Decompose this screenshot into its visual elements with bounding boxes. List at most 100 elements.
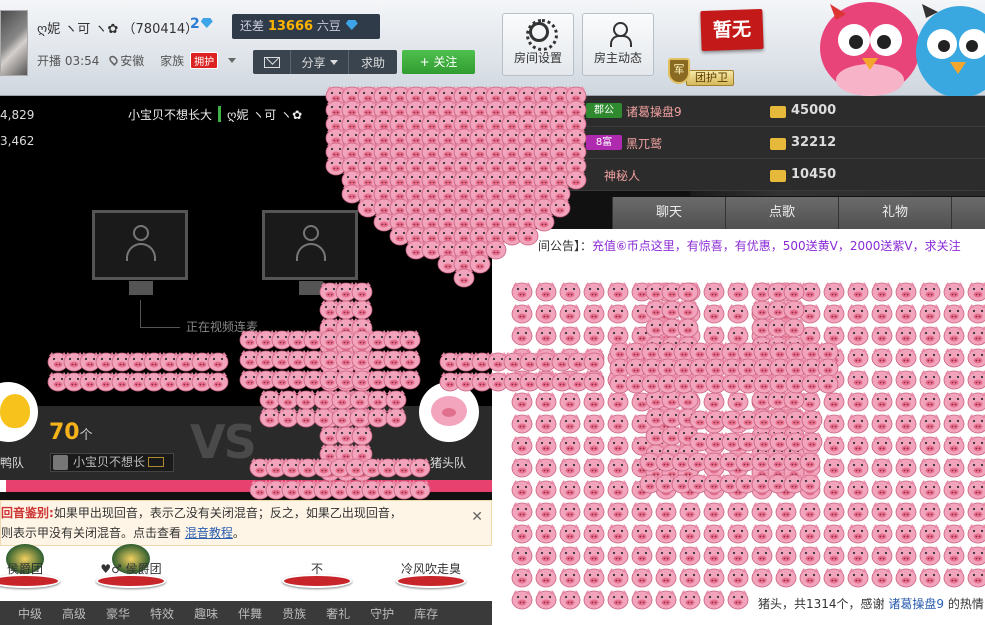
share-label: 分享 (301, 55, 326, 70)
fan-group-label: 冷风吹走臭 (400, 562, 461, 576)
left-stat-2: 3,462 (0, 134, 35, 148)
pig-emoji (549, 197, 571, 218)
tab-intermediate[interactable]: 中级 (18, 605, 42, 622)
pk-names: 小宝贝不想长大 ღ妮 ヽ可 ヽ✿ (128, 106, 302, 123)
mail-icon (263, 56, 280, 68)
rank-value: 32212 (791, 135, 837, 150)
host-avatar[interactable] (0, 10, 28, 76)
pk-separator (218, 106, 222, 122)
host-name: ღ妮 ヽ可 ヽ✿ (37, 22, 119, 37)
chat-panel[interactable]: 间公告】：充值⑥币点这里，有惊喜，有优惠，500送黄V，2000送紫V，求关注 … (492, 229, 985, 625)
help-button[interactable]: 求助 (349, 50, 397, 74)
top-fan[interactable]: 小宝贝不想长 (50, 453, 174, 472)
room-settings-label: 房间设置 (513, 51, 562, 65)
fan-group-label: 不 (310, 562, 323, 576)
host-id: （780414） (122, 22, 199, 37)
fan-group-item[interactable]: ♥♂ 侯爵团 (88, 544, 174, 594)
notice-text-2: 则表示甲没有关闭混音。点击查看 (1, 526, 182, 540)
tab-gifts[interactable]: 礼物 (838, 197, 951, 229)
help-label: 求助 (360, 55, 385, 70)
team-b-name: 猪头队 (430, 456, 467, 470)
pig-emoji (533, 197, 555, 218)
thanks-name[interactable]: 诸葛操盘9 (888, 597, 944, 611)
room-settings-button[interactable]: 房间设置 (502, 13, 574, 76)
tab-lux-gift[interactable]: 奢礼 (326, 605, 350, 622)
fan-group-item[interactable]: 冷风吹走臭 (388, 546, 474, 594)
host-feed-button[interactable]: 房主动态 (582, 13, 654, 76)
host-level: 2 (190, 16, 213, 32)
fan-group-label: ♥♂ 侯爵团 (100, 562, 162, 576)
location-text: 安徽 (120, 54, 145, 68)
tab-effects[interactable]: 特效 (150, 605, 174, 622)
rank-badge: 郡公 (586, 103, 622, 118)
gift-thanks-message: 猪头，共1314个，感谢 诸葛操盘9 的热情 (758, 595, 984, 612)
close-icon[interactable]: ✕ (471, 507, 483, 527)
tab-song-request[interactable]: 点歌 (725, 197, 838, 229)
notice-title: 回音鉴别: (1, 506, 54, 520)
tab-more[interactable] (951, 197, 985, 229)
team-b-avatar[interactable] (419, 382, 479, 442)
coins-icon (770, 106, 786, 118)
room-header: ღ妮 ヽ可 ヽ✿ （780414） 2 还差 13666 六豆 开播 03:54… (0, 0, 985, 98)
notice-line-1: 回音鉴别:如果甲出现回音，表示乙没有关闭混音；反之，如果乙出现回音， (1, 503, 461, 523)
room-badge[interactable]: 暂无 (700, 8, 764, 52)
location: 安徽 (107, 54, 150, 68)
fan-group-item[interactable]: 不 (274, 546, 360, 594)
rank-name: 神秘人 (604, 169, 641, 183)
chevron-down-icon (329, 59, 338, 65)
left-stat-1: 4,829 (0, 108, 35, 122)
message-button[interactable] (253, 50, 291, 74)
rank-row[interactable]: 郡公 诸葛操盘9 45000 (492, 96, 985, 127)
rank-row[interactable]: 神秘人 10450 (492, 160, 985, 191)
gap-unit: 六豆 (316, 19, 341, 33)
camera-icon (148, 457, 165, 467)
thanks-prefix: 猪头，共1314个，感谢 (758, 597, 885, 611)
tab-fun[interactable]: 趣味 (194, 605, 218, 622)
diamond-icon (345, 20, 358, 30)
monitor-icon (92, 210, 188, 295)
host-level-number: 2 (190, 16, 200, 32)
pk-left-name: 小宝贝不想长大 (128, 108, 213, 122)
rank-value: 45000 (791, 103, 837, 118)
announce-text[interactable]: 充值⑥币点这里，有惊喜，有优惠，500送黄V，2000送紫V，求关注 (592, 239, 961, 253)
location-pin-icon (107, 54, 120, 66)
right-tabs: 聊天 点歌 礼物 (612, 197, 985, 229)
connector-line (140, 300, 180, 328)
tab-inventory[interactable]: 库存 (414, 605, 438, 622)
pig-icon (431, 396, 467, 426)
notice-line-2: 则表示甲没有关闭混音。点击查看 混音教程。 (1, 526, 245, 540)
share-button[interactable]: 分享 (291, 50, 349, 74)
guard-group-badge[interactable]: 团护卫 军 (668, 58, 734, 86)
mixing-tutorial-link[interactable]: 混音教程 (185, 526, 233, 540)
pk-progress-bar (0, 480, 492, 492)
tab-dance[interactable]: 伴舞 (238, 605, 262, 622)
tab-guard[interactable]: 守护 (370, 605, 394, 622)
room-announcement: 间公告】：充值⑥币点这里，有惊喜，有优惠，500送黄V，2000送紫V，求关注 (538, 237, 961, 254)
action-group: 分享 求助 (253, 50, 397, 74)
host-name-line: ღ妮 ヽ可 ヽ✿ （780414） (37, 18, 198, 37)
chevron-down-icon[interactable] (228, 58, 237, 63)
tab-noble[interactable]: 贵族 (282, 605, 306, 622)
shield-icon: 军 (668, 58, 690, 84)
follow-button[interactable]: + 关注 (402, 50, 475, 74)
top-fan-name: 小宝贝不想长 (73, 455, 146, 469)
tab-luxury[interactable]: 豪华 (106, 605, 130, 622)
rank-row[interactable]: 8富 黑兀鹫 32212 (492, 128, 985, 159)
diamond-icon (200, 18, 213, 28)
echo-notice: 回音鉴别:如果甲出现回音，表示乙没有关闭混音；反之，如果乙出现回音， 则表示甲没… (0, 500, 492, 546)
family-badge[interactable]: 拥护 (190, 52, 219, 69)
coins-icon (770, 170, 786, 182)
gap-value: 13666 (267, 19, 314, 34)
live-time: 开播 03:54 (37, 54, 100, 68)
thanks-suffix: 的热情 (947, 597, 984, 611)
fan-group-item[interactable]: 侯爵团 (0, 544, 68, 594)
tab-chat[interactable]: 聊天 (612, 197, 725, 229)
gap-label: 还差 (240, 19, 265, 33)
tab-advanced[interactable]: 高级 (62, 605, 86, 622)
coins-icon (770, 138, 786, 150)
pk-progress-fill (0, 480, 6, 492)
pk-score: 70个 (49, 420, 93, 445)
duck-icon (0, 394, 30, 428)
level-gap-box: 还差 13666 六豆 (232, 14, 380, 39)
rank-value: 10450 (791, 167, 837, 182)
